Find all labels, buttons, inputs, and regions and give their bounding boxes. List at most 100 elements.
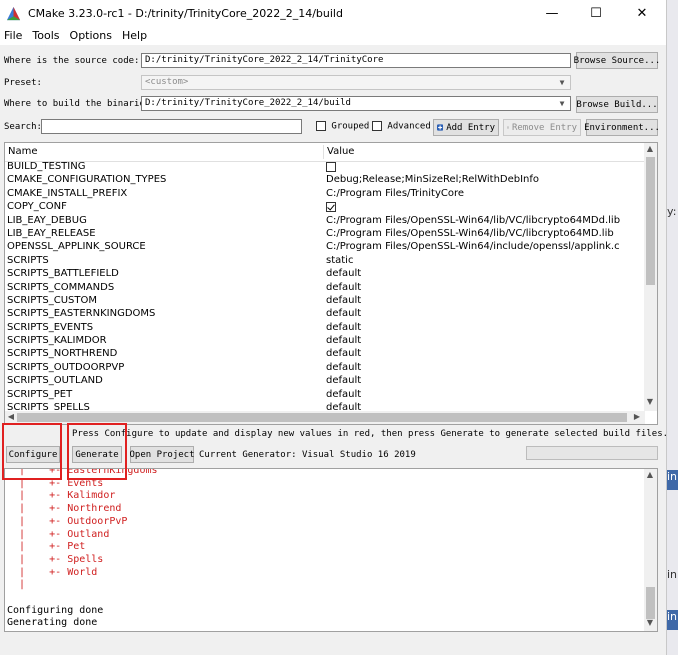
table-row[interactable]: SCRIPTS_COMMANDS default [5, 282, 645, 295]
cell-value: default [326, 294, 362, 306]
column-header-name[interactable]: Name [8, 146, 38, 157]
background-glyph: in [667, 568, 678, 581]
preset-label: Preset: [4, 78, 42, 88]
generate-button[interactable]: Generate [72, 446, 122, 463]
unchecked-checkbox[interactable] [326, 162, 336, 172]
open-project-button[interactable]: Open Project [129, 446, 195, 463]
minimize-button[interactable]: — [530, 0, 574, 27]
output-line: | +- Pet [7, 541, 86, 553]
output-scroll-thumb[interactable] [646, 587, 655, 619]
menu-options[interactable]: Options [66, 27, 117, 45]
table-row[interactable]: SCRIPTS_KALIMDOR default [5, 335, 645, 348]
output-line: | +- OutdoorPvP [7, 515, 128, 527]
table-row[interactable]: SCRIPTS_OUTDOORPVP default [5, 362, 645, 375]
table-row[interactable]: BUILD_TESTING [5, 161, 645, 174]
search-input[interactable] [41, 119, 302, 134]
cell-name: SCRIPTS [7, 254, 49, 266]
table-row[interactable]: SCRIPTS_EASTERNKINGDOMS default [5, 308, 645, 321]
close-icon: ✕ [636, 6, 648, 21]
maximize-button[interactable]: ☐ [574, 0, 618, 27]
cell-name: LIB_EAY_RELEASE [7, 227, 96, 239]
chevron-down-icon: ▼ [559, 99, 565, 108]
table-row[interactable]: SCRIPTS_NORTHREND default [5, 348, 645, 361]
scroll-down-icon[interactable]: ▼ [644, 397, 656, 406]
table-row[interactable]: SCRIPTS static [5, 255, 645, 268]
background-glyph: in [667, 610, 678, 630]
menu-bar: File Tools Options Help [0, 27, 666, 45]
cell-name: SCRIPTS_BATTLEFIELD [7, 268, 119, 280]
close-button[interactable]: ✕ [620, 0, 664, 27]
window-title: CMake 3.23.0-rc1 - D:/trinity/TrinityCor… [28, 7, 343, 20]
table-row[interactable]: LIB_EAY_RELEASE C:/Program Files/OpenSSL-… [5, 228, 645, 241]
vertical-scroll-thumb[interactable] [646, 157, 655, 285]
table-row[interactable]: OPENSSL_APPLINK_SOURCE C:/Program Files/O… [5, 241, 645, 254]
search-label: Search: [4, 122, 42, 132]
menu-file[interactable]: File [0, 27, 27, 45]
grouped-checkbox-box[interactable] [316, 121, 326, 131]
cell-name: SCRIPTS_COMMANDS [7, 281, 115, 293]
table-row[interactable]: SCRIPTS_BATTLEFIELD default [5, 268, 645, 281]
table-row[interactable]: CMAKE_INSTALL_PREFIX C:/Program Files/Tri… [5, 188, 645, 201]
title-bar[interactable]: CMake 3.23.0-rc1 - D:/trinity/TrinityCor… [0, 0, 666, 27]
grouped-checkbox[interactable]: Grouped [316, 121, 369, 132]
background-glyph: y: [667, 205, 677, 218]
advanced-label: Advanced [387, 121, 431, 132]
source-path-input[interactable]: D:/trinity/TrinityCore_2022_2_14/Trinity… [141, 53, 571, 68]
cell-name: OPENSSL_APPLINK_SOURCE [7, 241, 146, 253]
scroll-left-icon[interactable]: ◀ [5, 412, 17, 421]
build-path-combo[interactable]: D:/trinity/TrinityCore_2022_2_14/build ▼ [141, 96, 571, 111]
output-log[interactable]: | +- EasternKingdoms | +- Events | +- Ka… [4, 468, 658, 632]
table-row[interactable]: SCRIPTS_EVENTS default [5, 322, 645, 335]
output-vertical-scrollbar[interactable]: ▲ ▼ [644, 469, 657, 631]
menu-tools[interactable]: Tools [28, 27, 64, 45]
cell-name: CMAKE_CONFIGURATION_TYPES [7, 174, 167, 186]
vertical-scrollbar[interactable]: ▲ ▼ [644, 143, 657, 411]
output-line: | +- Events [7, 477, 104, 489]
table-row[interactable]: CMAKE_CONFIGURATION_TYPES Debug;Release;M… [5, 174, 645, 187]
cell-name: SCRIPTS_EVENTS [7, 321, 94, 333]
remove-entry-button: Remove Entry [503, 119, 581, 136]
cache-variables-table[interactable]: Name Value BUILD_TESTING CMAKE_CONFIGURAT… [4, 142, 658, 425]
environment-button[interactable]: Environment... [584, 119, 660, 136]
current-generator-label: Current Generator: Visual Studio 16 2019 [199, 450, 416, 460]
grouped-label: Grouped [331, 121, 370, 132]
browse-source-button[interactable]: Browse Source... [574, 52, 660, 69]
output-line: | +- EasternKingdoms [7, 468, 158, 476]
column-header-value[interactable]: Value [327, 146, 354, 157]
cell-value: static [326, 254, 354, 266]
output-line: | +- Kalimdor [7, 490, 116, 502]
scroll-down-icon[interactable]: ▼ [644, 618, 656, 627]
cell-name: COPY_CONF [7, 201, 67, 213]
source-label: Where is the source code: [4, 56, 140, 66]
output-line: Generating done [7, 617, 98, 629]
table-row[interactable]: SCRIPTS_PET default [5, 389, 645, 402]
build-path-value: D:/trinity/TrinityCore_2022_2_14/build [145, 98, 351, 108]
menu-help[interactable]: Help [118, 27, 152, 45]
remove-icon [507, 126, 509, 129]
scroll-up-icon[interactable]: ▲ [644, 470, 656, 479]
browse-build-button[interactable]: Browse Build... [576, 96, 658, 113]
minimize-icon: — [545, 6, 559, 21]
scroll-right-icon[interactable]: ▶ [631, 412, 643, 421]
cell-value: C:/Program Files/OpenSSL-Win64/lib/VC/li… [326, 227, 614, 239]
cmake-logo-icon [6, 6, 21, 21]
table-row[interactable]: LIB_EAY_DEBUG C:/Program Files/OpenSSL-Wi… [5, 215, 645, 228]
configure-button[interactable]: Configure [6, 446, 60, 463]
table-row[interactable]: SCRIPTS_OUTLAND default [5, 375, 645, 388]
maximize-icon: ☐ [590, 6, 602, 21]
advanced-checkbox[interactable]: Advanced [372, 121, 431, 132]
status-message: Press Configure to update and display ne… [72, 429, 667, 439]
table-row[interactable]: COPY_CONF [5, 201, 645, 214]
horizontal-scroll-thumb[interactable] [17, 413, 627, 422]
preset-value: <custom> [145, 77, 189, 87]
remove-entry-label: Remove Entry [511, 122, 577, 133]
background-glyph: in [667, 470, 678, 490]
output-line: | +- Northrend [7, 503, 122, 515]
horizontal-scrollbar[interactable]: ◀ ▶ [5, 411, 645, 424]
advanced-checkbox-box[interactable] [372, 121, 382, 131]
add-entry-button[interactable]: Add Entry [433, 119, 499, 136]
table-row[interactable]: SCRIPTS_CUSTOM default [5, 295, 645, 308]
scroll-up-icon[interactable]: ▲ [644, 144, 656, 153]
background-window-strip: y: in in in [667, 0, 678, 655]
checked-checkbox[interactable] [326, 202, 336, 213]
